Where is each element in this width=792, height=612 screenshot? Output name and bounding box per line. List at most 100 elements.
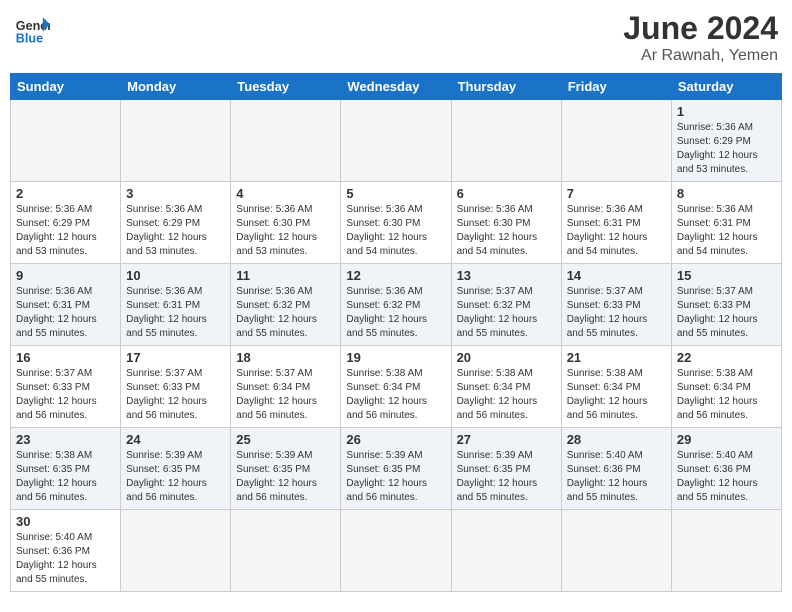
calendar-cell: 29Sunrise: 5:40 AMSunset: 6:36 PMDayligh… <box>671 428 781 510</box>
calendar-cell: 10Sunrise: 5:36 AMSunset: 6:31 PMDayligh… <box>121 264 231 346</box>
calendar-week-row: 23 Sunrise: 5:38 AMSunset: 6:35 PMDayligh… <box>11 428 782 510</box>
day-number: 25 <box>236 432 335 447</box>
day-number: 8 <box>677 186 776 201</box>
day-number: 14 <box>567 268 666 283</box>
day-info: Sunrise: 5:37 AMSunset: 6:33 PMDaylight:… <box>567 285 666 341</box>
calendar-cell: 22Sunrise: 5:38 AMSunset: 6:34 PMDayligh… <box>671 346 781 428</box>
day-number: 26 <box>346 432 445 447</box>
day-info: Sunrise: 5:37 AMSunset: 6:33 PMDaylight:… <box>126 367 225 423</box>
day-number: 28 <box>567 432 666 447</box>
day-info: Sunrise: 5:36 AMSunset: 6:30 PMDaylight:… <box>236 203 335 259</box>
calendar-cell: 18Sunrise: 5:37 AMSunset: 6:34 PMDayligh… <box>231 346 341 428</box>
day-info: Sunrise: 5:39 AMSunset: 6:35 PMDaylight:… <box>457 449 556 505</box>
column-header-saturday: Saturday <box>671 74 781 100</box>
day-number: 3 <box>126 186 225 201</box>
day-number: 19 <box>346 350 445 365</box>
logo: General Blue <box>14 10 50 46</box>
day-info: Sunrise: 5:36 AMSunset: 6:29 PMDaylight:… <box>126 203 225 259</box>
calendar-cell: 5 Sunrise: 5:36 AMSunset: 6:30 PMDaylight… <box>341 182 451 264</box>
day-number: 2 <box>16 186 115 201</box>
day-number: 16 <box>16 350 115 365</box>
calendar-table: SundayMondayTuesdayWednesdayThursdayFrid… <box>10 73 782 592</box>
day-info: Sunrise: 5:36 AMSunset: 6:30 PMDaylight:… <box>346 203 445 259</box>
calendar-cell <box>561 510 671 592</box>
calendar-title: June 2024 <box>623 10 778 47</box>
day-info: Sunrise: 5:36 AMSunset: 6:32 PMDaylight:… <box>236 285 335 341</box>
day-info: Sunrise: 5:36 AMSunset: 6:30 PMDaylight:… <box>457 203 556 259</box>
column-header-wednesday: Wednesday <box>341 74 451 100</box>
day-number: 27 <box>457 432 556 447</box>
logo-icon: General Blue <box>14 10 50 46</box>
calendar-cell: 4 Sunrise: 5:36 AMSunset: 6:30 PMDaylight… <box>231 182 341 264</box>
day-number: 4 <box>236 186 335 201</box>
calendar-cell <box>341 100 451 182</box>
day-number: 20 <box>457 350 556 365</box>
column-header-monday: Monday <box>121 74 231 100</box>
day-info: Sunrise: 5:36 AMSunset: 6:29 PMDaylight:… <box>16 203 115 259</box>
day-number: 30 <box>16 514 115 529</box>
day-number: 22 <box>677 350 776 365</box>
calendar-cell: 26Sunrise: 5:39 AMSunset: 6:35 PMDayligh… <box>341 428 451 510</box>
day-info: Sunrise: 5:40 AMSunset: 6:36 PMDaylight:… <box>567 449 666 505</box>
title-area: June 2024 Ar Rawnah, Yemen <box>623 10 778 65</box>
day-number: 17 <box>126 350 225 365</box>
calendar-cell: 27 Sunrise: 5:39 AMSunset: 6:35 PMDayligh… <box>451 428 561 510</box>
calendar-cell <box>11 100 121 182</box>
calendar-header-row: SundayMondayTuesdayWednesdayThursdayFrid… <box>11 74 782 100</box>
day-info: Sunrise: 5:36 AMSunset: 6:32 PMDaylight:… <box>346 285 445 341</box>
calendar-cell: 9Sunrise: 5:36 AMSunset: 6:31 PMDaylight… <box>11 264 121 346</box>
calendar-cell: 20 Sunrise: 5:38 AMSunset: 6:34 PMDayligh… <box>451 346 561 428</box>
day-number: 11 <box>236 268 335 283</box>
calendar-cell <box>231 510 341 592</box>
day-info: Sunrise: 5:38 AMSunset: 6:35 PMDaylight:… <box>16 449 115 505</box>
day-number: 9 <box>16 268 115 283</box>
day-info: Sunrise: 5:36 AMSunset: 6:31 PMDaylight:… <box>567 203 666 259</box>
calendar-cell: 7Sunrise: 5:36 AMSunset: 6:31 PMDaylight… <box>561 182 671 264</box>
day-number: 21 <box>567 350 666 365</box>
day-info: Sunrise: 5:38 AMSunset: 6:34 PMDaylight:… <box>346 367 445 423</box>
day-info: Sunrise: 5:38 AMSunset: 6:34 PMDaylight:… <box>567 367 666 423</box>
calendar-cell <box>671 510 781 592</box>
page-header: General Blue June 2024 Ar Rawnah, Yemen <box>10 10 782 65</box>
calendar-cell: 2 Sunrise: 5:36 AMSunset: 6:29 PMDaylight… <box>11 182 121 264</box>
column-header-thursday: Thursday <box>451 74 561 100</box>
calendar-week-row: 9Sunrise: 5:36 AMSunset: 6:31 PMDaylight… <box>11 264 782 346</box>
day-info: Sunrise: 5:36 AMSunset: 6:31 PMDaylight:… <box>677 203 776 259</box>
day-info: Sunrise: 5:37 AMSunset: 6:33 PMDaylight:… <box>16 367 115 423</box>
day-number: 5 <box>346 186 445 201</box>
calendar-cell: 11 Sunrise: 5:36 AMSunset: 6:32 PMDayligh… <box>231 264 341 346</box>
day-number: 10 <box>126 268 225 283</box>
calendar-cell <box>451 100 561 182</box>
day-info: Sunrise: 5:39 AMSunset: 6:35 PMDaylight:… <box>236 449 335 505</box>
calendar-cell: 3 Sunrise: 5:36 AMSunset: 6:29 PMDaylight… <box>121 182 231 264</box>
day-number: 12 <box>346 268 445 283</box>
calendar-cell: 21 Sunrise: 5:38 AMSunset: 6:34 PMDayligh… <box>561 346 671 428</box>
calendar-week-row: 16 Sunrise: 5:37 AMSunset: 6:33 PMDayligh… <box>11 346 782 428</box>
calendar-cell: 16 Sunrise: 5:37 AMSunset: 6:33 PMDayligh… <box>11 346 121 428</box>
calendar-cell: 15Sunrise: 5:37 AMSunset: 6:33 PMDayligh… <box>671 264 781 346</box>
calendar-cell: 24Sunrise: 5:39 AMSunset: 6:35 PMDayligh… <box>121 428 231 510</box>
calendar-subtitle: Ar Rawnah, Yemen <box>623 47 778 65</box>
calendar-week-row: 30Sunrise: 5:40 AMSunset: 6:36 PMDayligh… <box>11 510 782 592</box>
day-info: Sunrise: 5:37 AMSunset: 6:34 PMDaylight:… <box>236 367 335 423</box>
day-info: Sunrise: 5:36 AMSunset: 6:29 PMDaylight:… <box>677 121 776 177</box>
calendar-cell <box>561 100 671 182</box>
calendar-cell: 17 Sunrise: 5:37 AMSunset: 6:33 PMDayligh… <box>121 346 231 428</box>
calendar-cell <box>451 510 561 592</box>
calendar-cell: 23 Sunrise: 5:38 AMSunset: 6:35 PMDayligh… <box>11 428 121 510</box>
calendar-cell: 30Sunrise: 5:40 AMSunset: 6:36 PMDayligh… <box>11 510 121 592</box>
day-number: 13 <box>457 268 556 283</box>
calendar-cell: 13 Sunrise: 5:37 AMSunset: 6:32 PMDayligh… <box>451 264 561 346</box>
day-number: 23 <box>16 432 115 447</box>
column-header-tuesday: Tuesday <box>231 74 341 100</box>
day-info: Sunrise: 5:37 AMSunset: 6:32 PMDaylight:… <box>457 285 556 341</box>
calendar-cell: 19 Sunrise: 5:38 AMSunset: 6:34 PMDayligh… <box>341 346 451 428</box>
svg-text:Blue: Blue <box>16 31 43 45</box>
day-info: Sunrise: 5:38 AMSunset: 6:34 PMDaylight:… <box>457 367 556 423</box>
column-header-friday: Friday <box>561 74 671 100</box>
calendar-cell: 1Sunrise: 5:36 AMSunset: 6:29 PMDaylight… <box>671 100 781 182</box>
calendar-cell: 28 Sunrise: 5:40 AMSunset: 6:36 PMDayligh… <box>561 428 671 510</box>
day-number: 15 <box>677 268 776 283</box>
day-info: Sunrise: 5:40 AMSunset: 6:36 PMDaylight:… <box>677 449 776 505</box>
calendar-week-row: 1Sunrise: 5:36 AMSunset: 6:29 PMDaylight… <box>11 100 782 182</box>
